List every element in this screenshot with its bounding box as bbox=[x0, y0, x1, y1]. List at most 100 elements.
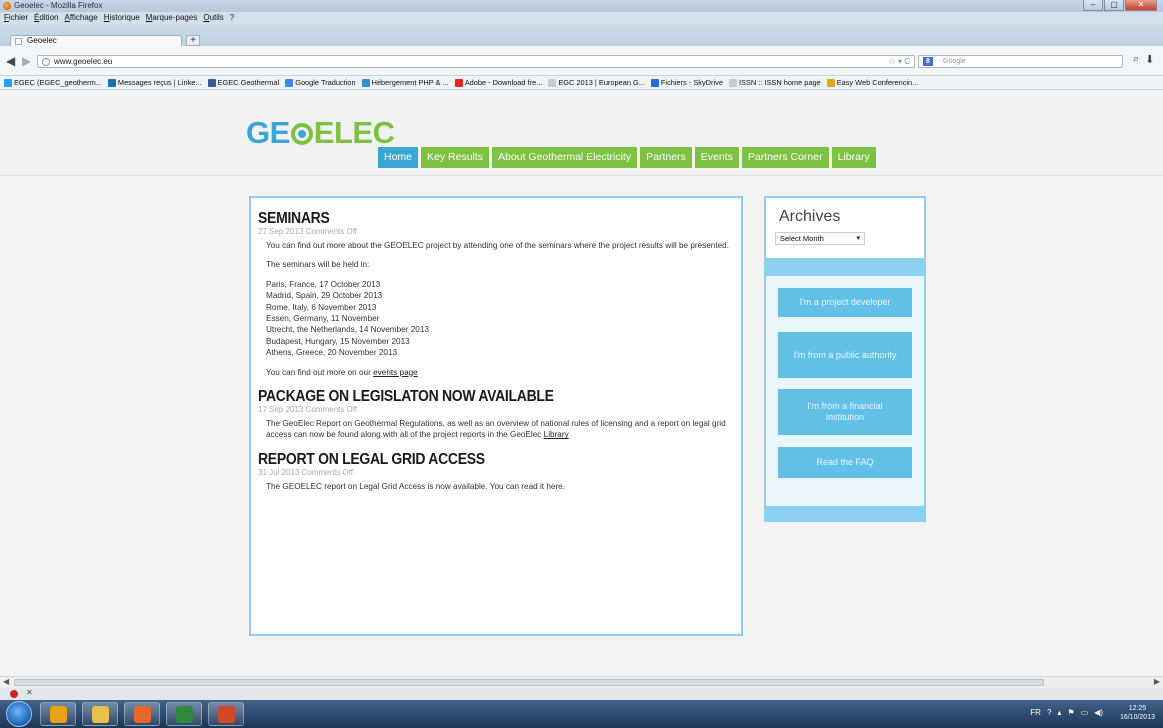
addon-bar: ✕ bbox=[0, 688, 1163, 700]
search-bar[interactable]: 8 Google bbox=[918, 55, 1123, 68]
menu-affichage[interactable]: Affichage bbox=[64, 12, 97, 24]
bookmark-item[interactable]: EGEC Geothermal bbox=[207, 76, 279, 89]
window-controls: – ▢ ✕ bbox=[1083, 0, 1157, 11]
search-icon[interactable]: ⌕ bbox=[1133, 53, 1139, 66]
taskbar-app-powerpoint[interactable] bbox=[208, 702, 244, 726]
financial-institution-button[interactable]: I'm from a financial institution bbox=[778, 389, 912, 435]
post-title[interactable]: REPORT ON LEGAL GRID ACCESS bbox=[258, 449, 734, 469]
adblock-icon[interactable] bbox=[10, 690, 18, 698]
bookmark-label: Easy Web Conferencin... bbox=[836, 77, 919, 87]
maximize-button[interactable]: ▢ bbox=[1104, 0, 1124, 11]
nav-key-results[interactable]: Key Results bbox=[421, 147, 490, 168]
menu-edition[interactable]: Édition bbox=[34, 12, 58, 24]
bookmark-item[interactable]: EGC 2013 | European G... bbox=[548, 76, 645, 89]
scroll-right-icon[interactable]: ▶ bbox=[1154, 677, 1160, 686]
nav-about-geothermal-electricity[interactable]: About Geothermal Electricity bbox=[492, 147, 638, 168]
scroll-thumb[interactable] bbox=[14, 679, 1044, 686]
taskbar-app-outlook[interactable] bbox=[40, 702, 76, 726]
nav-home[interactable]: Home bbox=[378, 147, 419, 168]
public-authority-button[interactable]: I'm from a public authority bbox=[778, 332, 912, 378]
display-icon[interactable]: ▭ bbox=[1081, 708, 1089, 717]
start-button[interactable] bbox=[6, 701, 32, 727]
close-addon-bar-icon[interactable]: ✕ bbox=[26, 688, 33, 697]
bookmark-favicon-icon bbox=[361, 78, 370, 87]
menu-help[interactable]: ? bbox=[230, 12, 234, 24]
google-engine-icon[interactable]: 8 bbox=[923, 57, 933, 66]
bookmark-label: EGEC (EGEC_geotherm... bbox=[14, 77, 102, 87]
bookmark-item[interactable]: EGEC (EGEC_geotherm... bbox=[4, 76, 102, 89]
archives-month-select[interactable]: Select Month ▾ bbox=[775, 232, 865, 245]
explorer-icon bbox=[92, 706, 109, 723]
nav-partners-corner[interactable]: Partners Corner bbox=[741, 147, 829, 168]
nav-events[interactable]: Events bbox=[694, 147, 739, 168]
post-paragraph: You can find out more on our events page bbox=[266, 367, 734, 378]
flag-icon[interactable]: ⚑ bbox=[1067, 708, 1074, 717]
sidebar: Archives Select Month ▾ I'm a project de… bbox=[764, 196, 926, 522]
help-icon[interactable]: ? bbox=[1047, 708, 1051, 717]
post-title[interactable]: PACKAGE ON LEGISLATON NOW AVAILABLE bbox=[258, 386, 734, 406]
clock[interactable]: 12:25 16/10/2013 bbox=[1120, 704, 1155, 722]
bookmark-label: Fichiers - SkyDrive bbox=[660, 77, 723, 87]
read-faq-button[interactable]: Read the FAQ bbox=[778, 447, 912, 478]
seminar-item: Athens, Greece, 20 November 2013 bbox=[266, 348, 398, 358]
close-button[interactable]: ✕ bbox=[1125, 0, 1157, 11]
post-paragraph: The GeoElec Report on Geothermal Regulat… bbox=[266, 418, 734, 441]
navigation-toolbar: ◀ ▶ www.geoelec.eu ☆ ▾ C 8 Google ⌕ ⬇ bbox=[0, 46, 1163, 76]
address-bar[interactable]: www.geoelec.eu ☆ ▾ C bbox=[37, 55, 915, 68]
language-indicator[interactable]: FR bbox=[1030, 708, 1041, 717]
firefox-icon bbox=[134, 706, 151, 723]
post-package-legislation: PACKAGE ON LEGISLATON NOW AVAILABLE 17 S… bbox=[258, 386, 734, 441]
forward-arrow-icon[interactable]: ▶ bbox=[22, 54, 31, 68]
select-value: Select Month bbox=[780, 234, 824, 243]
bookmark-favicon-icon bbox=[826, 78, 835, 87]
bookmark-item[interactable]: ISSN :: ISSN home page bbox=[728, 76, 821, 89]
volume-icon[interactable]: ◀) bbox=[1094, 708, 1103, 717]
audience-panel: I'm a project developer I'm from a publi… bbox=[766, 276, 924, 506]
project-developer-button[interactable]: I'm a project developer bbox=[778, 288, 912, 317]
post-body: The GeoElec Report on Geothermal Regulat… bbox=[258, 418, 734, 441]
nav-library[interactable]: Library bbox=[831, 147, 876, 168]
bookmarks-toolbar: EGEC (EGEC_geotherm... Messages reçus | L… bbox=[0, 76, 1163, 90]
bookmark-reload-controls[interactable]: ☆ ▾ C bbox=[889, 56, 910, 67]
library-link[interactable]: Library bbox=[544, 430, 569, 439]
minimize-button[interactable]: – bbox=[1083, 0, 1103, 11]
bookmark-item[interactable]: Adobe - Download fre... bbox=[454, 76, 543, 89]
menu-fichier[interactable]: Fichier bbox=[4, 12, 28, 24]
post-title[interactable]: SEMINARS bbox=[258, 208, 734, 228]
seminar-item: Utrecht, the Netherlands, 14 November 20… bbox=[266, 325, 429, 335]
horizontal-scrollbar[interactable]: ◀ ▶ bbox=[0, 676, 1163, 688]
site-identity-icon[interactable] bbox=[42, 58, 50, 66]
menu-historique[interactable]: Historique bbox=[104, 12, 140, 24]
bookmark-item[interactable]: Google Traduction bbox=[285, 76, 356, 89]
events-page-link[interactable]: events page bbox=[373, 368, 418, 377]
toolbar-icons: ⌕ ⬇ bbox=[1133, 53, 1154, 66]
taskbar-app-firefox[interactable] bbox=[124, 702, 160, 726]
bookmark-item[interactable]: Fichiers - SkyDrive bbox=[650, 76, 723, 89]
post-paragraph: You can find out more about the GEOELEC … bbox=[266, 241, 730, 250]
bookmark-favicon-icon bbox=[454, 78, 463, 87]
menu-marque-pages[interactable]: Marque-pages bbox=[146, 12, 198, 24]
new-tab-button[interactable]: + bbox=[186, 35, 200, 46]
post-legal-grid-access: REPORT ON LEGAL GRID ACCESS 31 Jul 2013 … bbox=[258, 449, 734, 492]
post-paragraph: The GEOELEC report on Legal Grid Access … bbox=[266, 481, 566, 491]
taskbar-app-explorer[interactable] bbox=[82, 702, 118, 726]
scroll-left-icon[interactable]: ◀ bbox=[3, 677, 9, 686]
tab-title: Geoelec bbox=[27, 36, 57, 45]
back-arrow-icon[interactable]: ◀ bbox=[6, 54, 15, 68]
seminar-list: Paris, France, 17 October 2013 Madrid, S… bbox=[266, 279, 734, 359]
sidebar-band bbox=[766, 258, 924, 276]
bookmark-item[interactable]: Easy Web Conferencin... bbox=[826, 76, 919, 89]
geoelec-logo[interactable]: GE ELEC bbox=[246, 117, 395, 149]
bookmark-label: Adobe - Download fre... bbox=[464, 77, 543, 87]
taskbar-app-excel[interactable] bbox=[166, 702, 202, 726]
clock-date: 16/10/2013 bbox=[1119, 714, 1155, 721]
bookmark-item[interactable]: Hébergement PHP & ... bbox=[361, 76, 449, 89]
menu-outils[interactable]: Outils bbox=[203, 12, 223, 24]
network-icon[interactable]: ▴ bbox=[1057, 708, 1061, 717]
download-icon[interactable]: ⬇ bbox=[1145, 53, 1154, 66]
bookmark-item[interactable]: Messages reçus | Linke... bbox=[107, 76, 202, 89]
events-prefix: You can find out more on our bbox=[266, 367, 374, 377]
nav-partners[interactable]: Partners bbox=[640, 147, 692, 168]
tab-geoelec[interactable]: Geoelec bbox=[10, 35, 182, 46]
bookmark-favicon-icon bbox=[728, 78, 737, 87]
